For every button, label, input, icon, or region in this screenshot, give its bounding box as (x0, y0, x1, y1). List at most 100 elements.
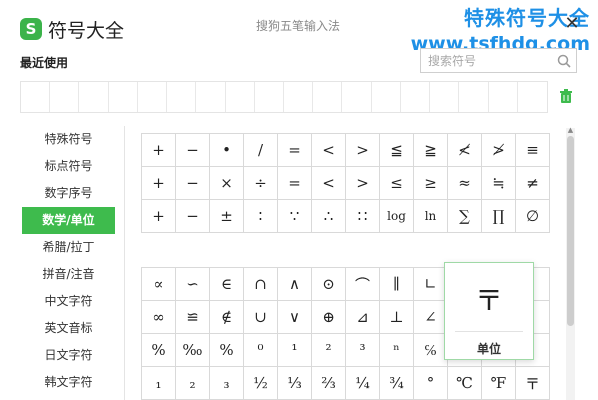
symbol-cell[interactable]: ∑ (448, 200, 482, 233)
recent-slot[interactable] (459, 82, 489, 112)
sidebar-item-numbering[interactable]: 数字序号 (22, 180, 115, 207)
sidebar-item-punctuation[interactable]: 标点符号 (22, 153, 115, 180)
scroll-up-icon[interactable]: ▲ (566, 126, 575, 134)
symbol-cell[interactable]: ≈ (448, 167, 482, 200)
recent-slot[interactable] (226, 82, 255, 112)
symbol-cell[interactable]: ln (414, 200, 448, 233)
scrollbar-thumb[interactable] (567, 136, 574, 326)
symbol-cell[interactable]: < (312, 167, 346, 200)
symbol-cell[interactable]: ≤ (380, 167, 414, 200)
symbol-cell[interactable]: ∶ (244, 200, 278, 233)
symbol-cell[interactable]: ° (414, 367, 448, 400)
symbol-cell[interactable]: ∝ (142, 268, 176, 301)
search-icon[interactable] (556, 53, 572, 69)
search-input[interactable] (421, 49, 551, 72)
symbol-cell[interactable]: ⊙ (312, 268, 346, 301)
symbol-cell[interactable]: ∏ (482, 200, 516, 233)
recent-slot[interactable] (167, 82, 197, 112)
symbol-cell[interactable]: ∈ (210, 268, 244, 301)
recent-slot[interactable] (79, 82, 109, 112)
symbol-cell[interactable]: ∩ (244, 268, 278, 301)
recent-slot[interactable] (196, 82, 226, 112)
symbol-cell[interactable]: + (142, 167, 176, 200)
symbol-cell[interactable]: ∉ (210, 301, 244, 334)
sidebar-item-pinyin[interactable]: 拼音/注音 (22, 261, 115, 288)
symbol-cell[interactable]: ≌ (176, 301, 210, 334)
symbol-cell[interactable]: ∪ (244, 301, 278, 334)
symbol-cell[interactable]: ² (312, 334, 346, 367)
recent-slot[interactable] (372, 82, 401, 112)
symbol-cell[interactable]: ÷ (244, 167, 278, 200)
symbol-cell[interactable]: ≯ (482, 134, 516, 167)
symbol-cell[interactable]: ∷ (346, 200, 380, 233)
symbol-cell[interactable]: ≠ (516, 167, 550, 200)
sidebar-item-math-units[interactable]: 数学/单位 (22, 207, 115, 234)
symbol-cell[interactable]: ¾ (380, 367, 414, 400)
symbol-cell[interactable]: / (244, 134, 278, 167)
symbol-cell[interactable]: ℅ (414, 334, 448, 367)
symbol-cell[interactable]: ⁰ (244, 334, 278, 367)
symbol-cell[interactable]: ⅓ (278, 367, 312, 400)
symbol-cell[interactable]: ‰ (176, 334, 210, 367)
recent-slot[interactable] (109, 82, 138, 112)
symbol-cell[interactable]: ∧ (278, 268, 312, 301)
symbol-cell[interactable]: = (278, 134, 312, 167)
symbol-cell[interactable]: ∅ (516, 200, 550, 233)
recent-slot[interactable] (489, 82, 518, 112)
symbol-cell[interactable]: ℉ (482, 367, 516, 400)
symbol-cell[interactable]: + (142, 200, 176, 233)
recent-slot[interactable] (430, 82, 460, 112)
symbol-cell[interactable]: ₁ (142, 367, 176, 400)
symbol-cell[interactable]: ∟ (414, 268, 448, 301)
sidebar-item-phonetic[interactable]: 英文音标 (22, 315, 115, 342)
symbol-cell[interactable]: ⅔ (312, 367, 346, 400)
symbol-cell[interactable]: ∞ (142, 301, 176, 334)
symbol-cell[interactable]: = (278, 167, 312, 200)
symbol-cell[interactable]: ≦ (380, 134, 414, 167)
symbol-cell[interactable]: ∠ (414, 301, 448, 334)
recent-slot[interactable] (21, 82, 51, 112)
recent-slot[interactable] (342, 82, 372, 112)
symbol-cell[interactable]: % (142, 334, 176, 367)
symbol-cell[interactable]: × (210, 167, 244, 200)
symbol-cell[interactable]: ≡ (516, 134, 550, 167)
symbol-cell[interactable]: ∴ (312, 200, 346, 233)
recent-slot[interactable] (255, 82, 284, 112)
search-box[interactable] (420, 48, 577, 73)
symbol-cell[interactable]: ⌒ (346, 268, 380, 301)
symbol-cell[interactable]: ¼ (346, 367, 380, 400)
symbol-cell[interactable]: ⊿ (346, 301, 380, 334)
symbol-cell[interactable]: ½ (244, 367, 278, 400)
symbol-cell[interactable]: ∥ (380, 268, 414, 301)
symbol-cell[interactable]: ₂ (176, 367, 210, 400)
symbol-cell[interactable]: log (380, 200, 414, 233)
symbol-cell[interactable]: ≒ (482, 167, 516, 200)
symbol-cell[interactable]: ≥ (414, 167, 448, 200)
close-button[interactable]: ✕ (562, 14, 582, 34)
recent-slot[interactable] (313, 82, 343, 112)
symbol-cell[interactable]: • (210, 134, 244, 167)
recent-slot[interactable] (401, 82, 431, 112)
symbol-cell[interactable]: ⁿ (380, 334, 414, 367)
sidebar-item-korean[interactable]: 韩文字符 (22, 369, 115, 396)
symbol-cell[interactable]: ∵ (278, 200, 312, 233)
sidebar-item-chinese[interactable]: 中文字符 (22, 288, 115, 315)
symbol-cell[interactable]: + (142, 134, 176, 167)
symbol-cell[interactable]: > (346, 167, 380, 200)
recent-slot[interactable] (518, 82, 547, 112)
symbol-cell[interactable]: ∨ (278, 301, 312, 334)
symbol-cell[interactable]: > (346, 134, 380, 167)
symbol-cell[interactable]: − (176, 167, 210, 200)
trash-icon[interactable] (558, 88, 574, 104)
sidebar-item-greek-latin[interactable]: 希腊/拉丁 (22, 234, 115, 261)
symbol-cell[interactable]: ∽ (176, 268, 210, 301)
symbol-cell[interactable]: ≮ (448, 134, 482, 167)
symbol-cell[interactable]: ≧ (414, 134, 448, 167)
symbol-cell[interactable]: ³ (346, 334, 380, 367)
symbol-cell[interactable]: ¹ (278, 334, 312, 367)
recent-slot[interactable] (284, 82, 314, 112)
symbol-cell[interactable]: ⊕ (312, 301, 346, 334)
symbol-cell[interactable]: − (176, 200, 210, 233)
recent-slot[interactable] (138, 82, 168, 112)
symbol-cell[interactable]: ℃ (448, 367, 482, 400)
